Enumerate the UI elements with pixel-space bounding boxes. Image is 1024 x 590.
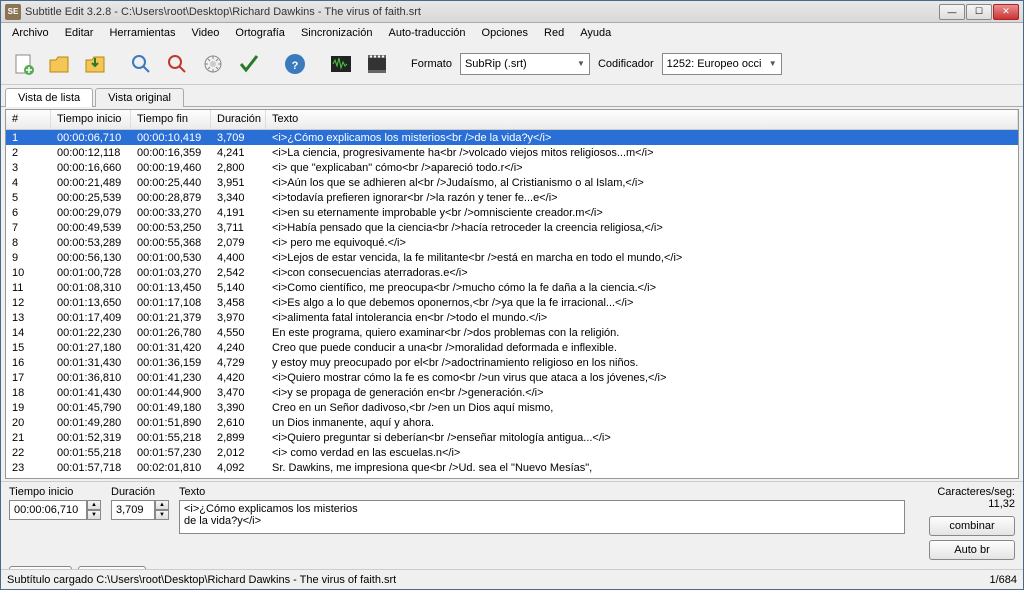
table-row[interactable]: 2000:01:49,28000:01:51,8902,610un Dios i… xyxy=(6,415,1018,430)
start-time-input[interactable] xyxy=(9,500,87,520)
waveform-icon[interactable] xyxy=(325,48,357,80)
help-icon[interactable]: ? xyxy=(279,48,311,80)
col-duration[interactable]: Duración xyxy=(211,110,266,129)
col-start[interactable]: Tiempo inicio xyxy=(51,110,131,129)
chars-per-sec: Caracteres/seg: 11,32 xyxy=(915,486,1015,510)
table-row[interactable]: 400:00:21,48900:00:25,4403,951<i>Aún los… xyxy=(6,175,1018,190)
edit-pane: Tiempo inicio ▲▼ Duración ▲▼ Texto Carac… xyxy=(1,481,1023,569)
table-row[interactable]: 500:00:25,53900:00:28,8793,340<i>todavía… xyxy=(6,190,1018,205)
menu-ayuda[interactable]: Ayuda xyxy=(573,25,618,41)
format-select[interactable]: SubRip (.srt) xyxy=(460,53,590,75)
col-end[interactable]: Tiempo fin xyxy=(131,110,211,129)
subtitle-grid: # Tiempo inicio Tiempo fin Duración Text… xyxy=(5,109,1019,479)
menu-archivo[interactable]: Archivo xyxy=(5,25,56,41)
table-row[interactable]: 800:00:53,28900:00:55,3682,079<i> pero m… xyxy=(6,235,1018,250)
format-label: Formato xyxy=(411,58,452,70)
grid-body[interactable]: 100:00:06,71000:00:10,4193,709<i>¿Cómo e… xyxy=(6,130,1018,478)
svg-text:?: ? xyxy=(292,60,299,72)
title-bar: SE Subtitle Edit 3.2.8 - C:\Users\root\D… xyxy=(1,1,1023,23)
start-down[interactable]: ▼ xyxy=(87,510,101,520)
autobr-button[interactable]: Auto br xyxy=(929,540,1015,560)
table-row[interactable]: 1600:01:31,43000:01:36,1594,729y estoy m… xyxy=(6,355,1018,370)
status-position: 1/684 xyxy=(989,574,1017,586)
encoder-label: Codificador xyxy=(598,58,654,70)
table-row[interactable]: 100:00:06,71000:00:10,4193,709<i>¿Cómo e… xyxy=(6,130,1018,145)
table-row[interactable]: 1800:01:41,43000:01:44,9003,470<i>y se p… xyxy=(6,385,1018,400)
tab-strip: Vista de lista Vista original xyxy=(1,85,1023,107)
start-up[interactable]: ▲ xyxy=(87,500,101,510)
encoder-select[interactable]: 1252: Europeo occi xyxy=(662,53,782,75)
table-row[interactable]: 700:00:49,53900:00:53,2503,711<i>Había p… xyxy=(6,220,1018,235)
table-row[interactable]: 300:00:16,66000:00:19,4602,800<i> que "e… xyxy=(6,160,1018,175)
find-icon[interactable] xyxy=(125,48,157,80)
text-label: Texto xyxy=(179,486,905,498)
settings-icon[interactable] xyxy=(197,48,229,80)
tab-list-view[interactable]: Vista de lista xyxy=(5,88,93,107)
app-icon: SE xyxy=(5,4,21,20)
table-row[interactable]: 200:00:12,11800:00:16,3594,241<i>La cien… xyxy=(6,145,1018,160)
maximize-button[interactable]: ☐ xyxy=(966,4,992,20)
text-input[interactable] xyxy=(179,500,905,534)
table-row[interactable]: 1500:01:27,18000:01:31,4204,240Creo que … xyxy=(6,340,1018,355)
menu-herramientas[interactable]: Herramientas xyxy=(102,25,182,41)
table-row[interactable]: 600:00:29,07900:00:33,2704,191<i>en su e… xyxy=(6,205,1018,220)
menu-sincronización[interactable]: Sincronización xyxy=(294,25,380,41)
table-row[interactable]: 1100:01:08,31000:01:13,4505,140<i>Como c… xyxy=(6,280,1018,295)
toolbar: ? Formato SubRip (.srt) Codificador 1252… xyxy=(1,43,1023,85)
menu-auto-traducción[interactable]: Auto-traducción xyxy=(381,25,472,41)
window-title: Subtitle Edit 3.2.8 - C:\Users\root\Desk… xyxy=(25,6,938,18)
spellcheck-icon[interactable] xyxy=(233,48,265,80)
table-row[interactable]: 1300:01:17,40900:01:21,3793,970<i>alimen… xyxy=(6,310,1018,325)
minimize-button[interactable]: — xyxy=(939,4,965,20)
table-row[interactable]: 1700:01:36,81000:01:41,2304,420<i>Quiero… xyxy=(6,370,1018,385)
col-text[interactable]: Texto xyxy=(266,110,1018,129)
open-icon[interactable] xyxy=(43,48,75,80)
table-row[interactable]: 2200:01:55,21800:01:57,2302,012<i> como … xyxy=(6,445,1018,460)
duration-label: Duración xyxy=(111,486,169,498)
close-button[interactable]: ✕ xyxy=(993,4,1019,20)
col-number[interactable]: # xyxy=(6,110,51,129)
combine-button[interactable]: combinar xyxy=(929,516,1015,536)
tab-original-view[interactable]: Vista original xyxy=(95,88,184,107)
menu-red[interactable]: Red xyxy=(537,25,571,41)
status-bar: Subtítulo cargado C:\Users\root\Desktop\… xyxy=(1,569,1023,589)
status-message: Subtítulo cargado C:\Users\root\Desktop\… xyxy=(7,574,396,586)
dur-up[interactable]: ▲ xyxy=(155,500,169,510)
video-icon[interactable] xyxy=(361,48,393,80)
menu-bar: ArchivoEditarHerramientasVideoOrtografía… xyxy=(1,23,1023,43)
new-icon[interactable] xyxy=(7,48,39,80)
save-icon[interactable] xyxy=(79,48,111,80)
menu-editar[interactable]: Editar xyxy=(58,25,101,41)
table-row[interactable]: 1400:01:22,23000:01:26,7804,550En este p… xyxy=(6,325,1018,340)
menu-opciones[interactable]: Opciones xyxy=(475,25,535,41)
grid-header: # Tiempo inicio Tiempo fin Duración Text… xyxy=(6,110,1018,130)
menu-video[interactable]: Video xyxy=(184,25,226,41)
start-time-label: Tiempo inicio xyxy=(9,486,101,498)
dur-down[interactable]: ▼ xyxy=(155,510,169,520)
table-row[interactable]: 900:00:56,13000:01:00,5304,400<i>Lejos d… xyxy=(6,250,1018,265)
table-row[interactable]: 1900:01:45,79000:01:49,1803,390Creo en u… xyxy=(6,400,1018,415)
replace-icon[interactable] xyxy=(161,48,193,80)
table-row[interactable]: 1000:01:00,72800:01:03,2702,542<i>con co… xyxy=(6,265,1018,280)
duration-input[interactable] xyxy=(111,500,155,520)
table-row[interactable]: 2100:01:52,31900:01:55,2182,899<i>Quiero… xyxy=(6,430,1018,445)
table-row[interactable]: 2300:01:57,71800:02:01,8104,092Sr. Dawki… xyxy=(6,460,1018,475)
table-row[interactable]: 1200:01:13,65000:01:17,1083,458<i>Es alg… xyxy=(6,295,1018,310)
table-row[interactable]: 2400:02:02,17000:02:05,4203,250y aprecio… xyxy=(6,475,1018,478)
menu-ortografía[interactable]: Ortografía xyxy=(228,25,292,41)
